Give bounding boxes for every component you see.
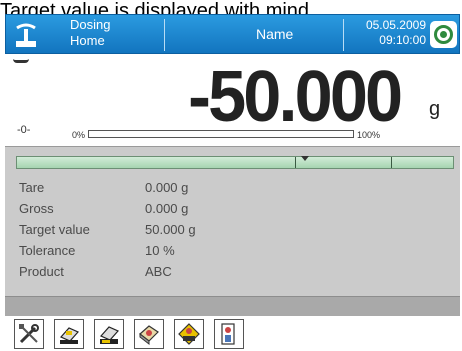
bargraph-min-label: 0% [72,130,86,140]
divider [164,19,165,51]
target-icon [434,25,453,44]
zero-indicator: -0- [17,124,31,136]
threshold-low-mark [295,157,296,168]
product-database-icon [139,325,159,346]
date: 05.05.2009 [365,18,426,32]
info-panel: Tare 0.000 g Gross 0.000 g Target value … [5,146,460,296]
user-name: Name [256,26,294,42]
function-toolbar [14,319,244,351]
info-label: Target value [19,222,90,237]
threshold-high-mark [391,157,392,168]
product-database-button[interactable] [134,319,164,349]
target-cdb-icon [178,323,200,345]
info-row-gross: Gross 0.000 g [19,198,196,219]
info-label: Product [19,264,64,279]
operator-button[interactable] [214,319,244,349]
info-value: 10 % [145,243,175,258]
operator-icon [221,323,235,345]
info-value: 0.000 g [145,180,189,195]
info-value: 50.000 g [145,222,196,237]
info-fields: Tare 0.000 g Gross 0.000 g Target value … [19,177,196,282]
stability-icon [13,58,29,63]
checkweighing-bar [16,156,454,169]
settings-icon [19,324,39,344]
info-value: 0.000 g [145,201,189,216]
info-label: Tolerance [19,243,76,258]
scale-home-icon [16,23,36,47]
info-row-tare: Tare 0.000 g [19,177,196,198]
bargraph-max-label: 100% [357,130,381,140]
target-pointer [301,156,309,161]
settings-button[interactable] [14,319,44,349]
time: 09:10:00 [379,33,426,47]
status-strip [5,296,460,316]
mode-label: Dosing Home [70,17,110,49]
home-button[interactable] [9,19,43,51]
title-bar: Dosing Home Name 05.05.2009 09:10:00 [5,14,460,54]
tare-icon [60,327,79,344]
info-label: Tare [19,180,45,195]
info-row-target-value: Target value 50.000 g [19,219,196,240]
target-database-button[interactable] [174,319,204,349]
tare-button[interactable] [54,319,84,349]
tare-set-button[interactable] [94,319,124,349]
tare-set-icon [100,326,119,344]
weighing-display: -50.000 g -0- 0% 100% [5,54,460,146]
weight-value: -50.000 [187,57,403,137]
info-row-tolerance: Tolerance 10 % [19,240,196,261]
info-row-product: Product ABC [19,261,196,282]
weight-unit[interactable]: g [429,98,440,121]
info-label: Gross [19,201,54,216]
divider [343,19,344,51]
status-target-button[interactable] [430,21,457,48]
info-value: ABC [145,264,172,279]
load-bargraph [88,130,354,138]
date-time: 05.05.2009 09:10:00 [352,18,426,48]
profile-name: Home [70,33,105,48]
mode-name: Dosing [70,17,111,32]
